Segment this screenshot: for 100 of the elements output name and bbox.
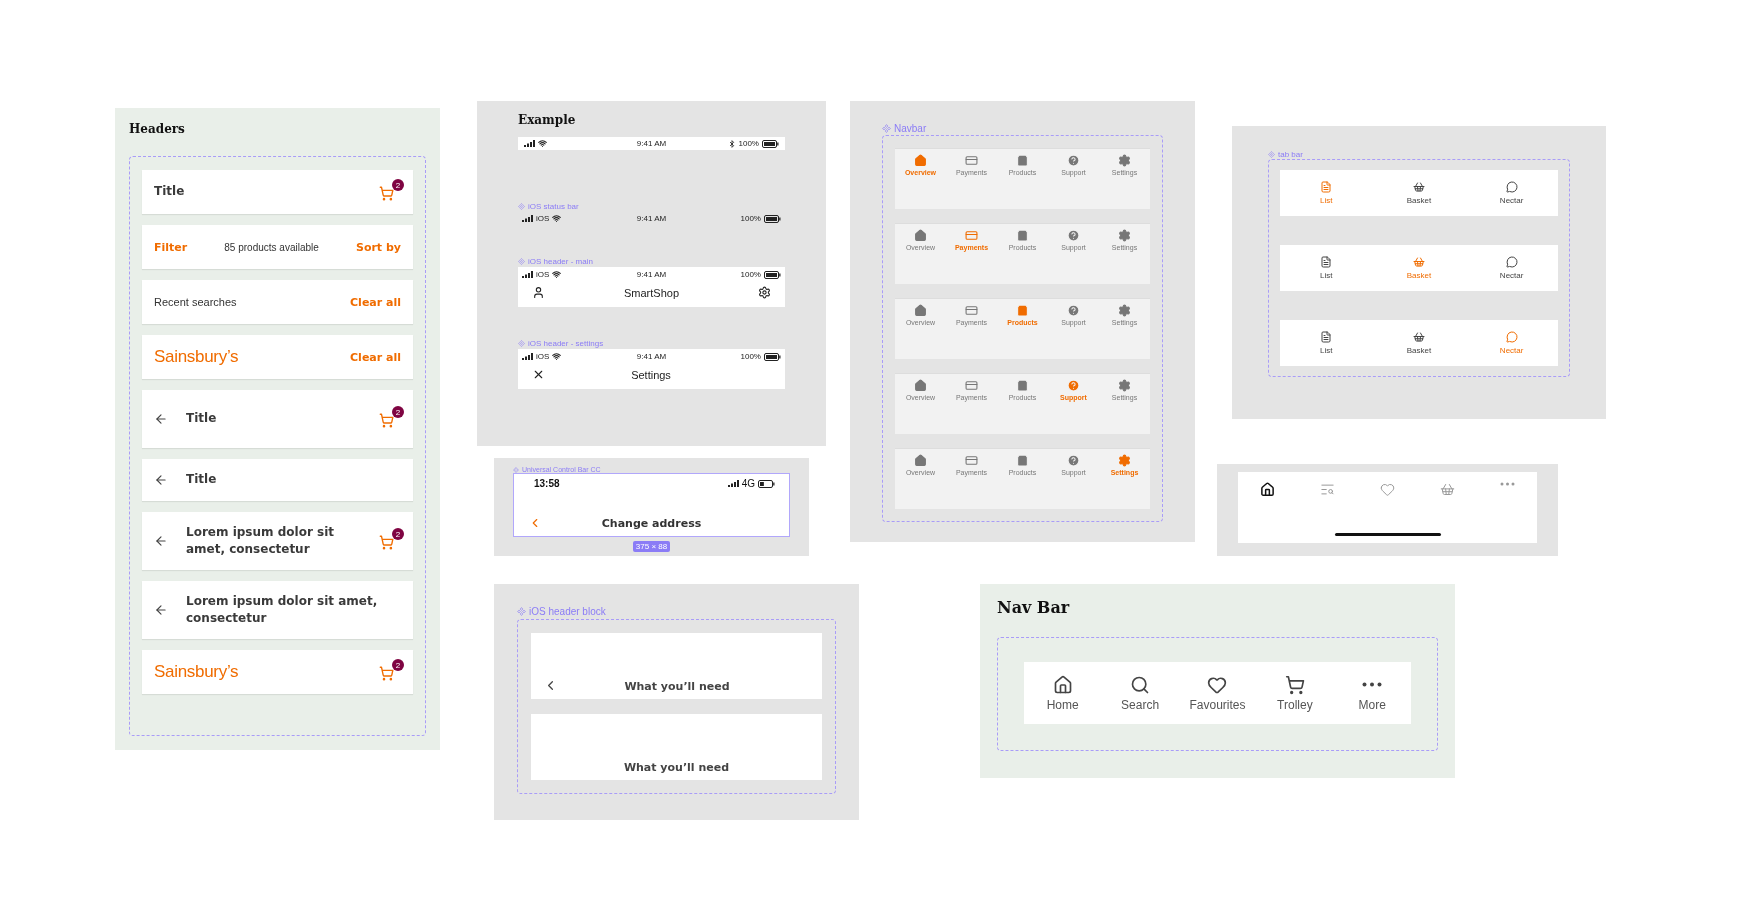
basket-icon[interactable] — [1439, 482, 1455, 497]
cart-badge: 2 — [392, 659, 404, 671]
product-count: 85 products available — [223, 241, 320, 253]
tab[interactable]: Basket — [1389, 181, 1449, 205]
battery-percent: 100% — [740, 214, 761, 223]
settings-icon — [1118, 379, 1131, 392]
profile-icon[interactable] — [532, 286, 545, 299]
tab[interactable]: List — [1296, 331, 1357, 355]
battery-icon — [758, 479, 775, 488]
carrier-label: iOS — [536, 270, 550, 279]
status-time: 9:41 AM — [636, 214, 667, 223]
clear-all-link[interactable]: Clear all — [350, 350, 401, 364]
header-title: Title — [186, 471, 218, 489]
component-icon — [882, 124, 891, 133]
component-icon — [518, 203, 525, 210]
frame-title: Nav Bar — [997, 598, 1070, 617]
help-icon — [1067, 304, 1080, 317]
component-icon — [517, 607, 526, 616]
settings-icon[interactable] — [758, 286, 771, 299]
tab[interactable]: Nectar — [1481, 331, 1542, 355]
list-icon — [1320, 331, 1333, 343]
frame-title: Example — [518, 113, 576, 127]
house-icon — [914, 229, 927, 242]
carrier-label: iOS — [536, 214, 550, 223]
card-icon — [965, 229, 978, 242]
settings-icon — [1118, 229, 1131, 242]
battery-icon — [762, 139, 779, 148]
home-icon — [1052, 674, 1073, 695]
card-icon — [965, 154, 978, 167]
header-title: SmartShop — [624, 286, 679, 299]
nav-item[interactable]: More — [1337, 674, 1408, 712]
tab[interactable]: Basket — [1389, 331, 1449, 355]
signal-icon — [524, 140, 535, 147]
logo: Sainsbury’s — [154, 662, 240, 682]
battery-percent: 100% — [740, 352, 761, 361]
status-time: 9:41 AM — [636, 270, 667, 279]
component-label: iOS header - settings — [528, 339, 604, 348]
basket-icon — [1413, 256, 1425, 268]
network-label: 4G — [741, 478, 755, 489]
header-title: Lorem ipsum dolor sit amet, consectetur — [186, 523, 335, 558]
tab[interactable]: Nectar — [1481, 256, 1542, 280]
battery-icon — [764, 214, 781, 223]
cart-icon[interactable] — [379, 666, 394, 681]
search-icon — [1130, 674, 1151, 695]
sort-link[interactable]: Sort by — [355, 240, 401, 254]
wifi-icon — [552, 270, 562, 279]
settings-icon — [1118, 154, 1131, 167]
status-time: 13:58 — [534, 478, 560, 489]
cart-badge: 2 — [392, 406, 404, 418]
component-icon — [513, 466, 519, 473]
cart-badge: 2 — [392, 179, 404, 191]
header-title: Change address — [600, 516, 703, 530]
recent-searches-label: Recent searches — [154, 296, 238, 308]
nav-item[interactable]: Favourites — [1182, 674, 1253, 712]
back-arrow-icon[interactable] — [154, 473, 168, 487]
clear-all-link[interactable]: Clear all — [350, 295, 401, 309]
battery-percent: 100% — [740, 270, 761, 279]
speech-bubble-icon — [1505, 181, 1518, 193]
help-icon — [1067, 154, 1080, 167]
cart-icon[interactable] — [379, 535, 394, 550]
signal-icon — [522, 353, 533, 360]
tab[interactable]: Nectar — [1481, 181, 1542, 205]
logo: Sainsbury’s — [154, 347, 240, 367]
card-icon — [965, 304, 978, 317]
basket-icon — [1413, 331, 1425, 343]
nav-item[interactable]: Home — [1027, 674, 1098, 712]
signal-icon — [727, 480, 739, 487]
house-icon — [914, 154, 927, 167]
help-icon — [1067, 379, 1080, 392]
tab[interactable]: List — [1296, 256, 1357, 280]
help-icon — [1067, 229, 1080, 242]
tab[interactable]: Basket — [1389, 256, 1449, 280]
back-arrow-icon[interactable] — [154, 412, 168, 426]
close-icon[interactable] — [532, 368, 545, 381]
cart-icon[interactable] — [379, 186, 394, 201]
status-time: 9:41 AM — [636, 352, 667, 361]
basket-icon — [1413, 181, 1425, 193]
component-label: iOS status bar — [528, 202, 579, 211]
help-icon — [1067, 454, 1080, 467]
speech-bubble-icon — [1505, 331, 1518, 343]
header-title: Title — [154, 183, 186, 201]
filter-link[interactable]: Filter — [154, 240, 188, 254]
speech-bubble-icon — [1505, 256, 1518, 268]
signal-icon — [522, 271, 533, 278]
size-tag: 375 × 88 — [632, 541, 671, 552]
settings-icon — [1118, 304, 1131, 317]
house-icon — [914, 379, 927, 392]
cart-icon[interactable] — [379, 413, 394, 428]
wifi-icon — [552, 352, 562, 361]
nav-item[interactable]: Trolley — [1259, 674, 1330, 712]
header-title: What you’ll need — [623, 680, 731, 693]
carrier-label: iOS — [536, 352, 550, 361]
status-time: 9:41 AM — [636, 139, 667, 148]
home-icon[interactable] — [1260, 482, 1276, 497]
header-title: Lorem ipsum dolor sit amet, consectetur — [186, 592, 379, 627]
nav-item[interactable]: Search — [1105, 674, 1176, 712]
component-label: Navbar — [894, 123, 927, 134]
trolley-icon — [1284, 674, 1305, 695]
tab[interactable]: List — [1296, 181, 1357, 205]
more-icon[interactable] — [1499, 482, 1515, 486]
